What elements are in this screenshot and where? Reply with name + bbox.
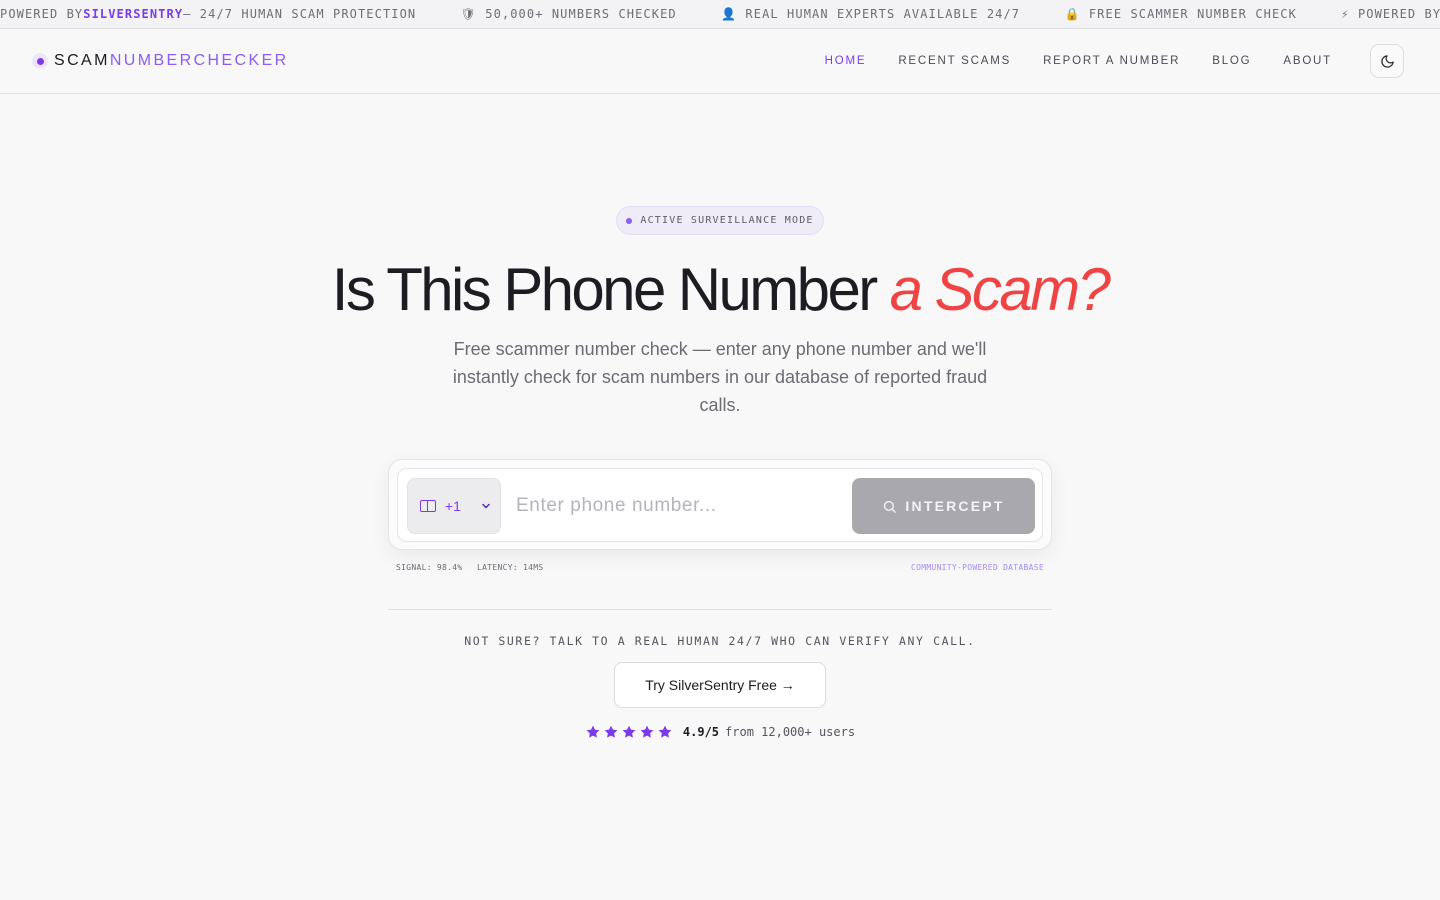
search-inner: +1 INTERCEPT — [397, 468, 1043, 542]
search-meta: SIGNAL: 98.4% LATENCY: 14MS COMMUNITY-PO… — [396, 563, 1044, 575]
moon-icon — [1380, 54, 1394, 68]
ticker-item: ⚡ POWERED BY — [1341, 7, 1440, 21]
ticker-item: 🛡 50,000+ NUMBERS CHECKED — [460, 7, 677, 21]
announcement-ticker: POWERED BY SILVERSENTRY — 24/7 HUMAN SCA… — [0, 0, 1440, 29]
badge-label: ACTIVE SURVEILLANCE MODE — [640, 215, 814, 226]
country-code-value: +1 — [445, 498, 461, 514]
star-icon — [658, 725, 672, 738]
star-rating — [585, 724, 675, 740]
title-accent: a Scam? — [889, 256, 1111, 323]
rating-score: 4.9/5 — [682, 725, 720, 739]
database-note: COMMUNITY-POWERED DATABASE — [910, 563, 1044, 572]
ticker-item: POWERED BY SILVERSENTRY — 24/7 HUMAN SCA… — [0, 7, 417, 21]
main-nav: HOME RECENT SCAMS REPORT A NUMBER BLOG A… — [825, 29, 1440, 93]
flag-icon — [420, 500, 436, 512]
star-icon — [586, 725, 600, 738]
try-silversentry-button[interactable]: Try SilverSentry Free → — [614, 662, 826, 708]
site-header: SCAM NUMBERCHECKER HOME RECENT SCAMS REP… — [0, 29, 1440, 94]
nav-home[interactable]: HOME — [825, 55, 867, 67]
site-logo[interactable]: SCAM NUMBERCHECKER — [32, 50, 289, 72]
signal-readout: SIGNAL: 98.4% — [396, 563, 463, 572]
theme-toggle-button[interactable] — [1370, 44, 1404, 78]
hero-subtitle: Free scammer number check — enter any ph… — [452, 339, 988, 415]
rating: 4.9/5 from 12,000+ users — [0, 722, 1440, 742]
chevron-down-icon — [482, 503, 490, 509]
ticker-item: 🔒 FREE SCAMMER NUMBER CHECK — [1064, 7, 1297, 21]
nav-blog[interactable]: BLOG — [1212, 55, 1251, 67]
nav-report-number[interactable]: REPORT A NUMBER — [1043, 55, 1180, 67]
ticker-track: POWERED BY SILVERSENTRY — 24/7 HUMAN SCA… — [0, 7, 1440, 21]
latency-readout: LATENCY: 14MS — [477, 563, 544, 572]
logo-dot-icon — [32, 53, 48, 69]
cta-text: NOT SURE? TALK TO A REAL HUMAN 24/7 WHO … — [464, 634, 976, 648]
status-dot-icon — [626, 217, 633, 224]
country-code-select[interactable]: +1 — [407, 478, 501, 534]
logo-text-primary: SCAM — [54, 52, 110, 69]
shield-icon: 🛡 — [460, 7, 477, 21]
surveillance-badge: ACTIVE SURVEILLANCE MODE — [616, 206, 824, 235]
title-main: Is This Phone Number — [331, 256, 890, 323]
intercept-button[interactable]: INTERCEPT — [852, 478, 1035, 534]
page-title: Is This Phone Number a Scam? — [0, 250, 1440, 330]
ticker-item: 👤 REAL HUMAN EXPERTS AVAILABLE 24/7 — [721, 7, 1021, 21]
search-icon — [884, 500, 897, 513]
phone-number-input[interactable] — [516, 483, 836, 529]
nav-recent-scams[interactable]: RECENT SCAMS — [898, 55, 1011, 67]
star-icon — [622, 725, 636, 738]
person-icon: 👤 — [721, 7, 738, 21]
logo-text-secondary: NUMBERCHECKER — [109, 52, 289, 69]
star-icon — [604, 725, 618, 738]
intercept-button-label: INTERCEPT — [905, 498, 1005, 514]
rating-count: from 12,000+ users — [725, 725, 856, 739]
lock-icon: 🔒 — [1064, 7, 1081, 21]
nav-about[interactable]: ABOUT — [1283, 55, 1332, 67]
divider — [388, 609, 1052, 610]
lightning-icon: ⚡ — [1341, 7, 1350, 21]
star-icon — [640, 725, 654, 738]
phone-search-form: +1 INTERCEPT — [388, 459, 1052, 550]
